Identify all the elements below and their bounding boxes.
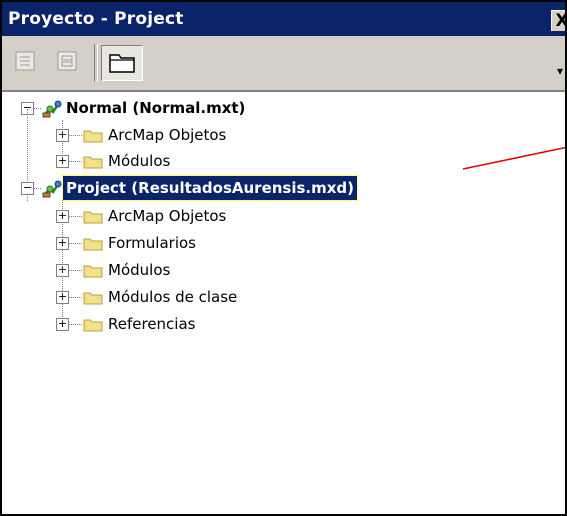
- annotation-arrow: [462, 146, 565, 170]
- project-explorer-window: Proyecto - Project X ▾: [0, 0, 567, 516]
